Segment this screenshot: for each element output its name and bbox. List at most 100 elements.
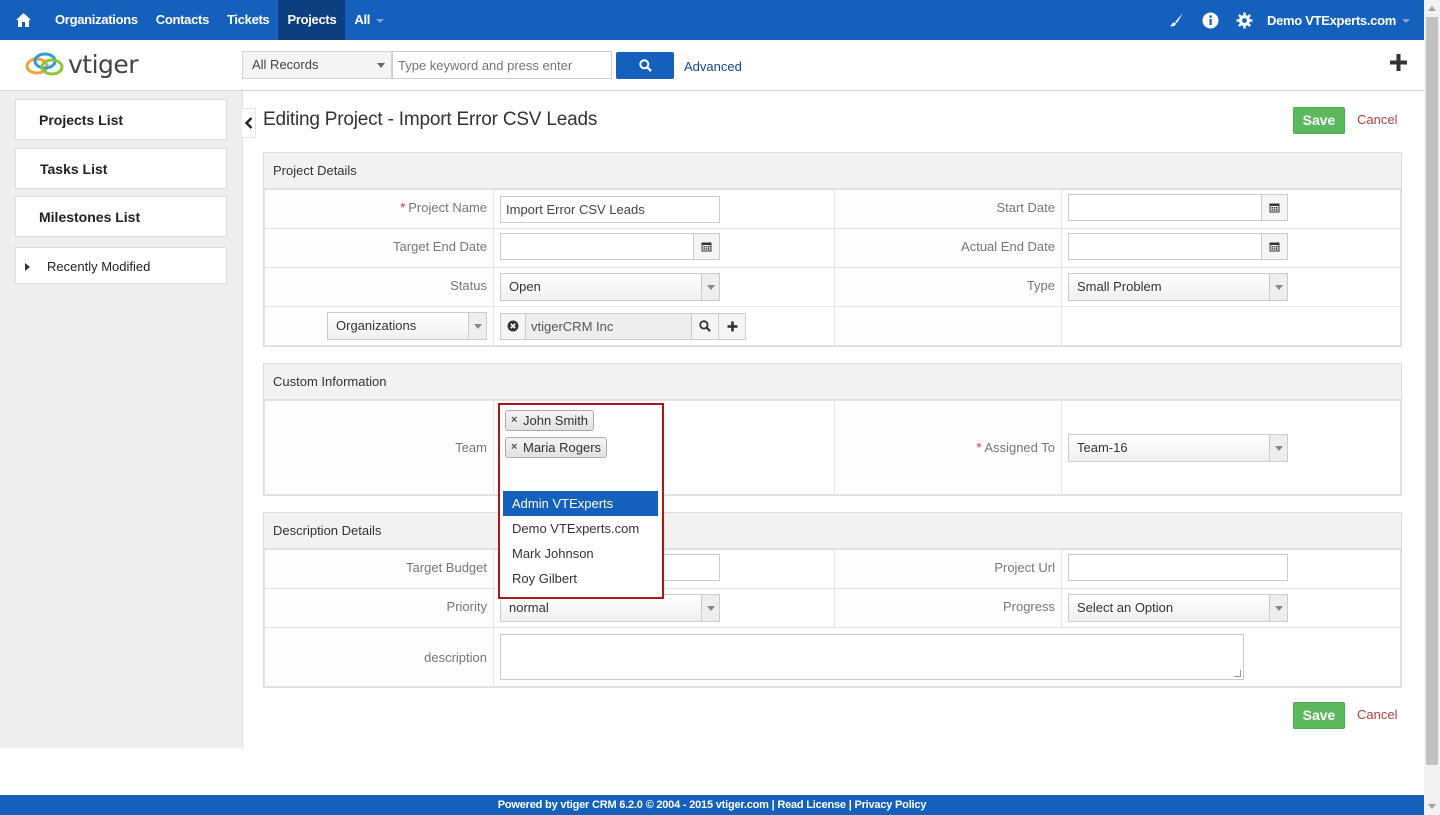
sidebar-item-tasks-list[interactable]: Tasks List bbox=[15, 148, 227, 189]
advanced-search-link[interactable]: Advanced bbox=[684, 59, 742, 74]
caret-right-icon bbox=[25, 263, 30, 271]
description-textarea[interactable] bbox=[500, 634, 1244, 680]
nav-organizations[interactable]: Organizations bbox=[46, 0, 147, 40]
team-multiselect[interactable]: × John Smith × Maria Rogers Admin VTExpe… bbox=[498, 403, 664, 599]
nav-tickets[interactable]: Tickets bbox=[218, 0, 278, 40]
actual-end-date-field[interactable] bbox=[1068, 233, 1288, 260]
footer: Powered by vtiger CRM 6.2.0 © 2004 - 201… bbox=[0, 795, 1424, 815]
cancel-link-bottom[interactable]: Cancel bbox=[1357, 707, 1397, 722]
related-module-value: Organizations bbox=[336, 318, 417, 333]
nav-projects[interactable]: Projects bbox=[278, 0, 346, 40]
related-record-value: vtigerCRM Inc bbox=[526, 312, 692, 340]
target-end-date-input[interactable] bbox=[500, 233, 694, 260]
nav-all-menu[interactable]: All bbox=[345, 0, 393, 40]
search-icon bbox=[638, 59, 652, 72]
record-filter-value: All Records bbox=[252, 57, 319, 72]
chevron-down-icon bbox=[468, 313, 486, 339]
team-option[interactable]: Roy Gilbert bbox=[503, 566, 658, 591]
recently-modified-label: Recently Modified bbox=[47, 259, 151, 274]
chevron-down-icon bbox=[1269, 595, 1287, 621]
chevron-down-icon bbox=[701, 274, 719, 300]
logo-wordmark: vtiger bbox=[68, 49, 139, 79]
clear-reference-icon[interactable] bbox=[500, 312, 526, 340]
team-option[interactable]: Admin VTExperts bbox=[503, 491, 658, 516]
team-option[interactable]: Mark Johnson bbox=[503, 541, 658, 566]
project-name-input[interactable]: Import Error CSV Leads bbox=[500, 195, 720, 223]
plus-icon[interactable] bbox=[719, 312, 746, 340]
related-module-cell: Organizations bbox=[264, 306, 494, 346]
status-select[interactable]: Open bbox=[500, 273, 720, 301]
plus-icon bbox=[1390, 54, 1407, 71]
assigned-to-value: Team-16 bbox=[1077, 439, 1128, 455]
progress-label: Progress bbox=[834, 588, 1062, 628]
calendar-icon[interactable] bbox=[1262, 233, 1288, 260]
progress-select[interactable]: Select an Option bbox=[1068, 594, 1288, 622]
description-label: description bbox=[264, 627, 494, 687]
start-date-field[interactable] bbox=[1068, 194, 1288, 221]
team-option[interactable]: Demo VTExperts.com bbox=[503, 516, 658, 541]
project-url-input[interactable] bbox=[1068, 554, 1288, 581]
calendar-icon[interactable] bbox=[694, 233, 720, 260]
home-icon[interactable] bbox=[0, 0, 46, 40]
search-bar: vtiger All Records Advanced bbox=[0, 40, 1424, 91]
quick-create-button[interactable] bbox=[1389, 53, 1408, 75]
project-name-label: * Project Name bbox=[264, 189, 494, 229]
page-title: Editing Project - Import Error CSV Leads bbox=[263, 109, 598, 130]
save-button-top[interactable]: Save bbox=[1293, 107, 1345, 134]
scrollbar-thumb[interactable] bbox=[1426, 17, 1438, 765]
sidebar-item-projects-list[interactable]: Projects List bbox=[15, 99, 227, 140]
team-chip-label: John Smith bbox=[523, 413, 589, 428]
start-date-input[interactable] bbox=[1068, 194, 1262, 221]
chevron-down-icon bbox=[1402, 19, 1410, 24]
scroll-up-icon[interactable] bbox=[1428, 6, 1436, 11]
paintbrush-icon[interactable] bbox=[1159, 0, 1193, 40]
save-button-bottom[interactable]: Save bbox=[1293, 702, 1345, 729]
sidebar-collapse-button[interactable] bbox=[242, 108, 256, 138]
nav-all-label: All bbox=[354, 12, 371, 27]
sidebar: Projects List Tasks List Milestones List… bbox=[0, 91, 243, 748]
related-module-select[interactable]: Organizations bbox=[327, 312, 487, 340]
description-details-heading: Description Details bbox=[264, 513, 1401, 549]
target-end-date-field[interactable] bbox=[500, 233, 720, 260]
progress-value: Select an Option bbox=[1077, 600, 1174, 615]
scrollbar[interactable] bbox=[1424, 0, 1440, 815]
required-marker: * bbox=[976, 440, 982, 455]
team-label: Team bbox=[264, 400, 494, 495]
search-input[interactable] bbox=[392, 51, 612, 79]
user-menu[interactable]: Demo VTExperts.com bbox=[1267, 13, 1410, 28]
actual-end-date-input[interactable] bbox=[1068, 233, 1262, 260]
chevron-down-icon bbox=[377, 63, 385, 68]
custom-information-block: Custom Information Team * Assigned To Tea… bbox=[263, 363, 1402, 496]
description-details-block: Description Details Target Budget Projec… bbox=[263, 512, 1402, 688]
scroll-down-icon[interactable] bbox=[1428, 804, 1436, 809]
search-icon[interactable] bbox=[692, 312, 719, 340]
project-details-block: Project Details * Project Name Import Err… bbox=[263, 152, 1402, 347]
resize-handle[interactable] bbox=[1234, 670, 1241, 677]
nav-contacts[interactable]: Contacts bbox=[147, 0, 218, 40]
calendar-icon[interactable] bbox=[1262, 194, 1288, 221]
vtiger-logo[interactable]: vtiger bbox=[24, 49, 139, 79]
team-chip-maria-rogers: × Maria Rogers bbox=[505, 437, 608, 458]
related-record-field: vtigerCRM Inc bbox=[500, 312, 746, 340]
chevron-down-icon bbox=[376, 18, 385, 23]
info-icon[interactable] bbox=[1193, 0, 1227, 40]
remove-chip-icon[interactable]: × bbox=[511, 438, 517, 457]
user-name: Demo VTExperts.com bbox=[1267, 12, 1396, 28]
type-value: Small Problem bbox=[1077, 279, 1162, 294]
team-chip-john-smith: × John Smith bbox=[505, 410, 595, 431]
cancel-link-top[interactable]: Cancel bbox=[1357, 112, 1397, 127]
assigned-to-label: * Assigned To bbox=[834, 400, 1062, 495]
empty-label-cell bbox=[834, 306, 1062, 346]
assigned-to-label-text: Assigned To bbox=[984, 440, 1055, 455]
target-budget-label: Target Budget bbox=[264, 549, 494, 589]
recently-modified-toggle[interactable]: Recently Modified bbox=[15, 247, 227, 284]
sidebar-item-milestones-list[interactable]: Milestones List bbox=[15, 196, 227, 237]
remove-chip-icon[interactable]: × bbox=[511, 411, 517, 430]
gear-icon[interactable] bbox=[1227, 0, 1261, 40]
record-filter-select[interactable]: All Records bbox=[242, 51, 392, 79]
required-marker: * bbox=[400, 200, 406, 215]
assigned-to-select[interactable]: Team-16 bbox=[1068, 433, 1288, 462]
type-select[interactable]: Small Problem bbox=[1068, 273, 1288, 301]
chevron-down-icon bbox=[701, 595, 719, 621]
search-button[interactable] bbox=[616, 52, 674, 79]
